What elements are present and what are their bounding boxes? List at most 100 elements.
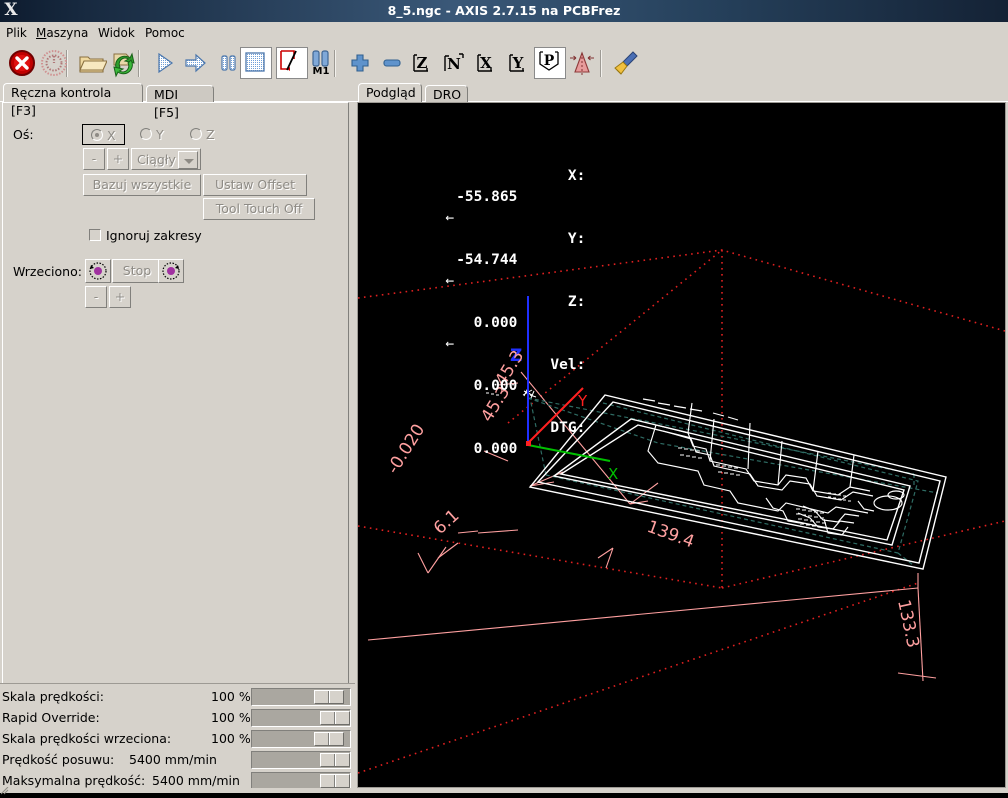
feed-override-value: 100 % bbox=[211, 689, 251, 704]
dro-dtg-value: 0.000 bbox=[473, 441, 518, 457]
view-z-button[interactable]: Z bbox=[406, 47, 438, 79]
axis-radio-x-label: X bbox=[107, 128, 116, 143]
ignore-limits-checkbox[interactable] bbox=[89, 229, 101, 241]
axis-radio-z[interactable] bbox=[190, 128, 202, 140]
view-x-button[interactable]: X bbox=[470, 47, 502, 79]
estop-button[interactable] bbox=[6, 47, 38, 79]
spindle-ccw-button[interactable] bbox=[85, 259, 111, 283]
window-title: 8_5.ngc - AXIS 2.7.15 na PCBFrez bbox=[387, 3, 621, 18]
view-z2-button[interactable]: N bbox=[438, 47, 470, 79]
override-panel: Skala prędkości: 100 % Rapid Override: 1… bbox=[0, 683, 355, 793]
home-all-button[interactable]: Bazuj wszystkie bbox=[83, 174, 201, 196]
spindle-group-label: Wrzeciono: bbox=[13, 264, 82, 279]
view-p-button[interactable]: P bbox=[534, 47, 566, 79]
feed-override-label: Skala prędkości: bbox=[2, 689, 104, 704]
menu-maszyna-rest: aszyna bbox=[46, 26, 89, 40]
axis-radio-y[interactable] bbox=[140, 128, 152, 140]
svg-text:P: P bbox=[544, 53, 555, 69]
reload-file-button[interactable] bbox=[108, 47, 140, 79]
menu-maszyna[interactable]: Maszyna bbox=[32, 25, 92, 41]
preview-panel: Podgląd DRO Z Y X 45.3 45.3 -0.020 6.1 1… bbox=[355, 83, 1008, 793]
run-program-button[interactable] bbox=[148, 47, 180, 79]
slider-row-spindle-override: Skala prędkości wrzeciona: 100 % bbox=[0, 729, 355, 750]
menu-plik[interactable]: Plik bbox=[2, 25, 31, 41]
clear-plot-button[interactable] bbox=[610, 47, 642, 79]
menu-widok[interactable]: Widok bbox=[94, 25, 139, 41]
zoom-out-button[interactable] bbox=[376, 47, 408, 79]
axis-radio-x[interactable] bbox=[91, 129, 103, 141]
toggle-dro-button[interactable] bbox=[566, 47, 598, 79]
view-y-button[interactable]: Y bbox=[502, 47, 534, 79]
jog-speed-slider[interactable] bbox=[251, 751, 351, 769]
axis-radio-x-focus[interactable]: X bbox=[82, 124, 125, 145]
dro-vel-label: Vel: bbox=[550, 357, 586, 373]
window-bottom-strip bbox=[0, 788, 1008, 793]
menubar: Plik Maszyna Widok Pomoc bbox=[0, 22, 1008, 45]
zoom-in-button[interactable] bbox=[344, 47, 376, 79]
dro-y-value: -54.744 bbox=[456, 252, 518, 268]
tab-manual-control[interactable]: Ręczna kontrola [F3] bbox=[3, 83, 143, 118]
tab-mdi[interactable]: MDI [F5] bbox=[146, 85, 214, 120]
spindle-override-slider-thumb[interactable] bbox=[314, 732, 344, 746]
spindle-plus-button[interactable]: + bbox=[109, 286, 131, 308]
gcode-preview-canvas[interactable]: Z Y X 45.3 45.3 -0.020 6.1 139.4 133.3 X… bbox=[357, 102, 1006, 788]
svg-text:X: X bbox=[480, 54, 492, 72]
spindle-minus-button[interactable]: - bbox=[85, 286, 107, 308]
dro-x-value: -55.865 bbox=[456, 189, 518, 205]
jog-speed-slider-thumb[interactable] bbox=[320, 753, 350, 767]
rapid-override-value: 100 % bbox=[211, 710, 251, 725]
menu-pomoc[interactable]: Pomoc bbox=[141, 25, 189, 41]
dim-139-4: 139.4 bbox=[644, 517, 697, 552]
spindle-cw-button[interactable] bbox=[158, 259, 184, 283]
jog-speed-label: Prędkość posuwu: bbox=[2, 752, 115, 767]
jog-increment-value: Ciągły bbox=[137, 152, 176, 167]
axis-radio-y-wrap[interactable]: Y bbox=[134, 124, 174, 145]
machine-power-button[interactable] bbox=[38, 47, 70, 79]
feed-override-slider-thumb[interactable] bbox=[314, 690, 344, 704]
svg-text:Z: Z bbox=[417, 54, 428, 72]
toggle-optional-stop-button[interactable]: M1 bbox=[306, 47, 338, 79]
dro-y-label: Y: bbox=[567, 231, 586, 247]
svg-text:Y: Y bbox=[512, 54, 524, 72]
tab-dro[interactable]: DRO bbox=[425, 85, 468, 102]
svg-text:N: N bbox=[447, 55, 461, 73]
axis-radio-y-label: Y bbox=[156, 127, 164, 142]
jog-increment-dropdown-button[interactable] bbox=[178, 151, 198, 169]
dro-dtg-label: DTG: bbox=[550, 420, 586, 436]
spindle-stop-button[interactable]: Stop bbox=[112, 259, 162, 283]
axis-radio-z-wrap[interactable]: Z bbox=[184, 124, 224, 145]
dro-y-homed-icon: ← bbox=[445, 273, 455, 289]
feed-override-slider[interactable] bbox=[251, 688, 351, 706]
right-tabstrip: Podgląd DRO bbox=[355, 83, 1008, 102]
spindle-override-label: Skala prędkości wrzeciona: bbox=[2, 731, 172, 746]
slider-row-jog-speed: Prędkość posuwu: 5400 mm/min bbox=[0, 750, 355, 771]
dro-z-homed-icon: ← bbox=[445, 336, 455, 352]
rapid-override-slider[interactable] bbox=[251, 709, 351, 727]
axis-radio-x-dot bbox=[95, 133, 99, 137]
tool-touch-off-button[interactable]: Tool Touch Off bbox=[203, 198, 315, 220]
stop-program-button[interactable] bbox=[240, 47, 272, 79]
menu-maszyna-mnemonic: M bbox=[36, 26, 47, 40]
thumb-grip bbox=[334, 775, 336, 787]
dro-x-homed-icon: ← bbox=[445, 210, 455, 226]
max-velocity-slider-thumb[interactable] bbox=[320, 774, 350, 788]
open-file-button[interactable] bbox=[76, 47, 108, 79]
main-toolbar: M1 Z N X Y P bbox=[0, 44, 1008, 83]
set-offset-button[interactable]: Ustaw Offset bbox=[203, 174, 307, 196]
jog-increment-combo[interactable]: Ciągły bbox=[131, 148, 201, 170]
axis-main-window: X 8_5.ngc - AXIS 2.7.15 na PCBFrez Plik … bbox=[0, 0, 1008, 795]
resize-grip[interactable] bbox=[0, 784, 9, 795]
ignore-limits-label: Ignoruj zakresy bbox=[106, 228, 202, 243]
step-program-button[interactable] bbox=[180, 47, 212, 79]
jog-minus-button[interactable]: - bbox=[83, 148, 105, 170]
dro-overlay: X: -55.865 ← Y: -54.744 ← Z: 0.000 ← Vel… bbox=[358, 103, 658, 460]
tab-preview[interactable]: Podgląd bbox=[358, 83, 422, 102]
axis-radio-z-label: Z bbox=[206, 127, 215, 142]
spindle-override-slider[interactable] bbox=[251, 730, 351, 748]
dro-z-label: Z: bbox=[567, 294, 586, 310]
thumb-grip bbox=[334, 712, 336, 724]
jog-plus-button[interactable]: + bbox=[107, 148, 129, 170]
toggle-skip-lines-button[interactable] bbox=[276, 47, 308, 79]
axis-group-label: Oś: bbox=[13, 127, 34, 142]
rapid-override-slider-thumb[interactable] bbox=[320, 711, 350, 725]
